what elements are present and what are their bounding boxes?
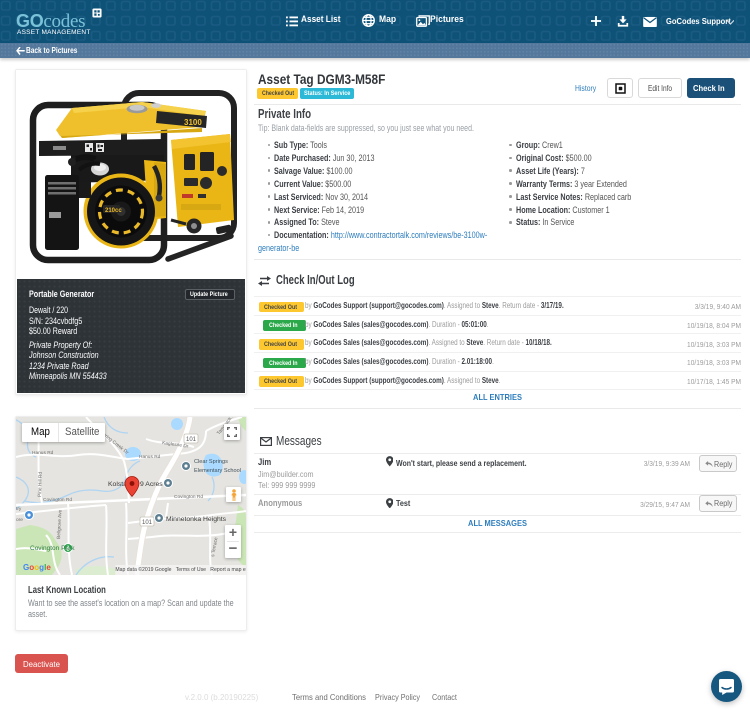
svg-text:Clear Springs: Clear Springs (194, 459, 228, 465)
svg-text:Minnetonka Heights: Minnetonka Heights (166, 516, 227, 523)
svg-text:ore: ore (16, 517, 23, 523)
svg-text:Covington Park: Covington Park (30, 545, 75, 552)
svg-text:101: 101 (186, 437, 197, 443)
svg-text:Hanus Rd: Hanus Rd (32, 450, 54, 456)
svg-text:Elementary School: Elementary School (194, 468, 241, 474)
svg-text:3100: 3100 (184, 118, 202, 127)
svg-text:210cc: 210cc (105, 208, 122, 214)
svg-text:Hanus Rd: Hanus Rd (139, 454, 161, 460)
svg-text:Covington Rd: Covington Rd (174, 494, 203, 500)
svg-text:9 Acres: 9 Acres (140, 481, 163, 488)
svg-text:Pine Hill Rd: Pine Hill Rd (37, 471, 44, 497)
svg-text:try: try (16, 506, 22, 512)
svg-text:101: 101 (142, 520, 153, 526)
svg-text:Covington Rd: Covington Rd (43, 497, 72, 503)
